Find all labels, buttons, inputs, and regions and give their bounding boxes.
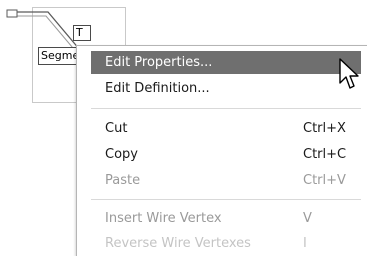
- menu-item-shortcut: Ctrl+V: [303, 173, 346, 188]
- menu-item-edit-definition[interactable]: Edit Definition...: [91, 77, 361, 100]
- menu-separator: [91, 108, 361, 109]
- menu-item-copy[interactable]: Copy Ctrl+C: [91, 143, 361, 166]
- menu-item-label: Cut: [105, 121, 128, 136]
- context-menu: Edit Properties... Edit Definition... Cu…: [76, 45, 367, 256]
- menu-item-label: Insert Wire Vertex: [105, 211, 222, 226]
- arrow-pointer-icon: [339, 58, 359, 89]
- menu-item-label: Copy: [105, 147, 138, 162]
- menu-item-edit-properties[interactable]: Edit Properties...: [91, 51, 361, 74]
- menu-item-reverse-wire-vertexes[interactable]: Reverse Wire Vertexes I: [91, 232, 361, 255]
- menu-item-paste[interactable]: Paste Ctrl+V: [91, 169, 361, 192]
- menu-item-label: Edit Properties...: [105, 55, 213, 70]
- port-label[interactable]: T: [73, 25, 91, 41]
- menu-item-label: Paste: [105, 173, 141, 188]
- menu-item-shortcut: I: [303, 236, 307, 251]
- menu-separator: [91, 199, 361, 200]
- canvas: T Segment Edit Properties... Edit Defini…: [0, 0, 367, 256]
- menu-item-shortcut: Ctrl+X: [303, 121, 346, 136]
- menu-item-shortcut: Ctrl+C: [303, 147, 347, 162]
- menu-item-label: Edit Definition...: [105, 81, 210, 96]
- menu-item-shortcut: V: [303, 211, 312, 226]
- menu-item-insert-wire-vertex[interactable]: Insert Wire Vertex V: [91, 207, 361, 230]
- menu-item-cut[interactable]: Cut Ctrl+X: [91, 117, 361, 140]
- menu-item-label: Reverse Wire Vertexes: [105, 236, 251, 251]
